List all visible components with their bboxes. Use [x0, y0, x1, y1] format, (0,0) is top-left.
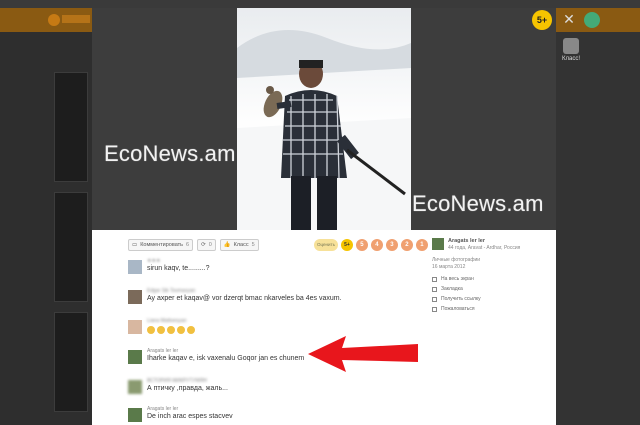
badge-5plus[interactable]: 5+: [532, 10, 552, 30]
background-photo: [54, 72, 88, 182]
side-links: На весь экран Закладка Получить ссылку П…: [432, 274, 481, 314]
comment-text: De inch arac espes stacvev: [147, 413, 233, 420]
comment-author[interactable]: Aragats ler ler: [147, 348, 178, 354]
comment-icon: ▭: [132, 242, 138, 248]
site-logo-icon: [48, 14, 60, 26]
share-button[interactable]: ⟳ 0: [197, 239, 216, 251]
fullscreen-link[interactable]: На весь экран: [432, 274, 481, 284]
expand-icon: [432, 276, 437, 282]
watermark-right: EcoNews.am: [412, 191, 544, 216]
bookmark-label: Закладка: [441, 286, 463, 292]
emoji-icon: [177, 326, 185, 334]
avatar[interactable]: [128, 260, 142, 274]
rate-2[interactable]: 2: [400, 239, 413, 251]
get-link-label: Получить ссылку: [441, 296, 481, 302]
link-icon: [432, 296, 437, 302]
avatar[interactable]: [128, 408, 142, 422]
comment-text: А птичку ,правда, жаль...: [147, 385, 228, 392]
photo-details-panel: ▭ Комментировать 6 ⟳ 0 👍 Класс 5 Оценить 5+ 5…: [92, 230, 556, 425]
rating-label: Оценить: [314, 239, 338, 251]
emoji-icon: [167, 326, 175, 334]
klass-count: 5: [251, 242, 255, 248]
rate-1[interactable]: 1: [415, 239, 428, 251]
avatar[interactable]: [128, 350, 142, 364]
klass-button[interactable]: 👍 Класс 5: [219, 239, 259, 251]
action-bar: ▭ Комментировать 6 ⟳ 0 👍 Класс 5: [128, 239, 259, 251]
background-photo: [54, 312, 88, 412]
red-arrow-annotation: [308, 336, 418, 372]
main-photo[interactable]: [237, 8, 411, 230]
comment-button[interactable]: ▭ Комментировать 6: [128, 239, 194, 251]
comment-author[interactable]: Liana Mattoesyan: [147, 318, 186, 324]
author-avatar[interactable]: [432, 238, 444, 250]
rate-5[interactable]: 5: [355, 239, 368, 251]
emoji-icon: [187, 326, 195, 334]
comment-text: sirun kaqv, te.........?: [147, 265, 210, 272]
background-sidebar: [556, 32, 640, 425]
author-details: 44 года, Aravat - Ardhar, Россия: [448, 245, 521, 251]
site-topbar: [0, 0, 640, 8]
thumbs-up-icon: [563, 38, 579, 54]
avatar[interactable]: [128, 380, 142, 394]
background-photo: [54, 192, 88, 302]
close-icon[interactable]: ✕: [562, 12, 576, 26]
comment-author[interactable]: Edgar Sik Tovmasyan: [147, 288, 195, 294]
rate-5plus[interactable]: 5+: [340, 239, 353, 251]
klass-side-label: Класс!: [562, 56, 580, 62]
comment-author[interactable]: Aragats ler ler: [147, 406, 178, 412]
emoji-icon: [157, 326, 165, 334]
avatar[interactable]: [128, 290, 142, 304]
avatar[interactable]: [128, 320, 142, 334]
report-link[interactable]: Пожаловаться: [432, 304, 481, 314]
warning-icon: [432, 306, 437, 312]
comment-text: Ay axper et kaqav@ vor dzerqt bmac nkarv…: [147, 295, 342, 302]
comment-author[interactable]: ★★★: [147, 258, 160, 264]
photo-meta: Личные фотографии 16 марта 2012: [432, 257, 480, 271]
watermark-left: EcoNews.am: [104, 141, 236, 166]
album-link[interactable]: Личные фотографии: [432, 257, 480, 264]
comment-author[interactable]: ВСТОРИЯ МИКРУТУМЯН: [147, 378, 207, 384]
rate-3[interactable]: 3: [385, 239, 398, 251]
user-avatar[interactable]: [584, 12, 600, 28]
photo-image: [237, 30, 411, 230]
bookmark-icon: [432, 286, 437, 292]
emoji-row: [147, 326, 195, 334]
klass-side-button[interactable]: Класс!: [560, 38, 582, 62]
comment-text: Iharke kaqav e, isk vaxenalu Goqor jan e…: [147, 355, 305, 362]
comment-label: Комментировать: [140, 242, 184, 248]
bookmark-link[interactable]: Закладка: [432, 284, 481, 294]
rating-bar: Оценить 5+ 5 4 3 2 1: [314, 239, 428, 251]
photo-date: 16 марта 2012: [432, 264, 466, 270]
get-link-link[interactable]: Получить ссылку: [432, 294, 481, 304]
share-icon: ⟳: [201, 242, 206, 248]
author-name[interactable]: Aragats ler ler: [448, 238, 485, 244]
comment-count: 6: [186, 242, 190, 248]
thumbs-up-icon: 👍: [223, 242, 231, 248]
background-feed: [0, 32, 92, 425]
fullscreen-label: На весь экран: [441, 276, 474, 282]
site-logo-text: [62, 15, 90, 23]
rate-4[interactable]: 4: [370, 239, 383, 251]
klass-label: Класс: [233, 242, 249, 248]
share-count: 0: [208, 242, 212, 248]
emoji-icon: [147, 326, 155, 334]
report-label: Пожаловаться: [441, 306, 475, 312]
